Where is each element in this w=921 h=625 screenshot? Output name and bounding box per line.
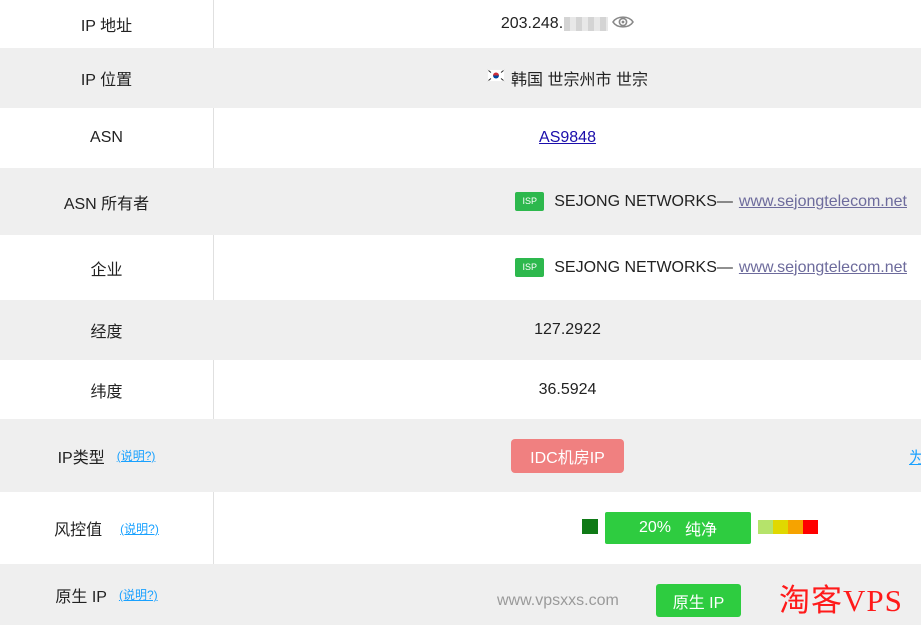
ip-type-value-cell: IDC机房IP 为 xyxy=(214,419,921,492)
row-ip-address: IP 地址 203.248. xyxy=(0,0,921,48)
watermark-text: www.vpsxxs.com xyxy=(497,592,619,609)
risk-explain-link[interactable]: (说明?) xyxy=(120,520,159,537)
risk-score-bar: 20% 纯净 xyxy=(605,512,751,544)
native-ip-badge: 原生 IP xyxy=(656,584,741,617)
asn-value-cell: AS9848 xyxy=(214,108,921,168)
ip-type-extra-link[interactable]: 为 xyxy=(909,419,921,492)
ip-address-value: 203.248. xyxy=(500,15,564,32)
risk-scale-segment xyxy=(773,520,788,534)
latitude-value-cell: 36.5924 xyxy=(214,360,921,419)
row-latitude: 纬度 36.5924 xyxy=(0,360,921,419)
asn-owner-website-link[interactable]: www.sejongtelecom.net xyxy=(739,193,907,211)
row-native-ip: 原生 IP (说明?) www.vpsxxs.com 原生 IP 淘客VPS xyxy=(0,564,921,625)
ip-type-explain-link[interactable]: (说明?) xyxy=(117,447,156,464)
latitude-value: 36.5924 xyxy=(538,380,597,398)
longitude-label: 经度 xyxy=(90,324,123,341)
isp-badge: ISP xyxy=(515,258,545,277)
native-ip-label: 原生 IP (说明?) xyxy=(55,586,158,606)
row-ip-type: IP类型 (说明?) IDC机房IP 为 xyxy=(0,419,921,492)
company-value-cell: ISP SEJONG NETWORKS— www.sejongtelecom.n… xyxy=(214,235,921,300)
asn-owner-label: ASN 所有者 xyxy=(63,195,150,213)
ip-address-label: IP 地址 xyxy=(0,0,214,48)
risk-scale xyxy=(758,520,818,534)
isp-badge: ISP xyxy=(515,192,545,211)
company-website-link[interactable]: www.sejongtelecom.net xyxy=(739,259,907,277)
asn-owner-name: SEJONG NETWORKS— xyxy=(554,192,733,210)
row-longitude: 经度 127.2922 xyxy=(0,300,921,360)
risk-scale-segment xyxy=(758,520,773,534)
ip-location-value-cell: 韩国 世宗州市 世宗 xyxy=(214,48,921,108)
korea-flag-icon xyxy=(486,68,506,87)
row-asn: ASN AS9848 xyxy=(0,108,921,168)
risk-percent: 20% xyxy=(638,519,671,536)
idc-badge: IDC机房IP xyxy=(511,438,624,473)
risk-indicator-marker xyxy=(582,519,598,534)
asn-link[interactable]: AS9848 xyxy=(539,129,596,147)
ip-mask xyxy=(564,17,609,31)
row-risk: 风控值 (说明?) 20% 纯净 xyxy=(0,492,921,564)
ip-type-label: IP类型 (说明?) xyxy=(57,447,156,467)
company-label: 企业 xyxy=(0,235,214,300)
row-ip-location: IP 位置 韩国 世宗州市 世宗 xyxy=(0,48,921,108)
latitude-label: 纬度 xyxy=(0,360,214,419)
asn-label: ASN xyxy=(0,108,214,168)
risk-scale-segment xyxy=(803,520,818,534)
row-company: 企业 ISP SEJONG NETWORKS— www.sejongteleco… xyxy=(0,235,921,300)
ip-location-value: 韩国 世宗州市 世宗 xyxy=(511,72,648,89)
risk-label: 风控值 (说明?) xyxy=(0,492,214,564)
eye-icon[interactable] xyxy=(612,14,635,35)
longitude-value-cell: 127.2922 xyxy=(214,300,921,360)
risk-status: 纯净 xyxy=(685,522,718,539)
company-name: SEJONG NETWORKS— xyxy=(554,258,733,276)
longitude-value: 127.2922 xyxy=(534,321,601,338)
native-ip-explain-link[interactable]: (说明?) xyxy=(119,586,158,603)
brand-overlay: 淘客VPS xyxy=(779,583,903,618)
asn-owner-value-cell: ISP SEJONG NETWORKS— www.sejongtelecom.n… xyxy=(214,168,921,235)
risk-scale-segment xyxy=(788,520,803,534)
ip-location-label: IP 位置 xyxy=(80,72,133,89)
row-asn-owner: ASN 所有者 ISP SEJONG NETWORKS— www.sejongt… xyxy=(0,168,921,235)
ip-address-value-cell: 203.248. xyxy=(214,0,921,48)
